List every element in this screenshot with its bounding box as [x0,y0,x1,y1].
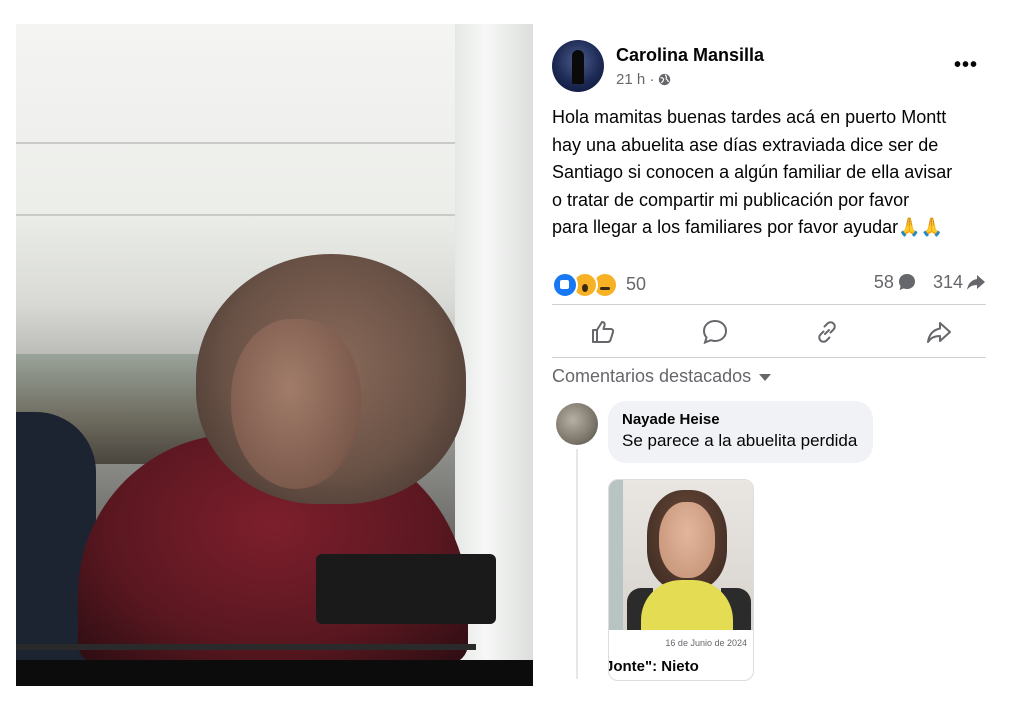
engagement-counts: 58 314 [874,272,986,293]
link-icon [818,320,836,343]
like-button[interactable] [588,317,618,347]
post-actions [552,305,992,357]
window-frame [16,214,476,216]
share-arrow-icon [967,275,985,290]
commenter-name[interactable]: Nayade Heise [622,411,857,428]
attachment-date: 16 de Junio de 2024 [665,637,747,648]
divider [552,356,986,358]
woman-face [231,319,361,489]
facebook-post: Carolina Mansilla 21 h · ••• Hola mamita… [552,40,992,686]
post-stats: 50 58 314 [552,268,992,304]
author-avatar[interactable] [552,40,604,92]
window-frame [16,142,476,144]
comments-filter-label: Comentarios destacados [552,365,752,386]
attachment-title: Jonte": Nieto [608,657,699,675]
caret-down-icon [759,374,772,381]
thumbs-up-icon [592,320,615,343]
author-name[interactable]: Carolina Mansilla [616,45,764,66]
comment: Nayade Heise Se parece a la abuelita per… [552,400,992,681]
attachment-photo [609,479,753,630]
post-header: Carolina Mansilla 21 h · ••• [552,40,992,96]
reaction-count: 50 [626,274,647,294]
comment-count[interactable]: 58 [874,272,917,293]
post-time[interactable]: 21 h · [616,71,654,88]
post-meta: 21 h · [616,71,671,88]
thread-line [576,448,578,679]
photo-edge [609,479,623,630]
photo-bottom-bar [16,660,533,686]
like-reaction-icon [552,271,578,298]
share-count-value: 314 [932,271,963,292]
post-photo[interactable] [16,24,533,686]
globe-icon [659,73,671,86]
share-icon [927,321,951,343]
comments-filter[interactable]: Comentarios destacados [552,366,992,387]
post-text: Hola mamitas buenas tardes acá en puerto… [552,107,953,237]
comment-bubble-icon [898,274,915,290]
reactions-summary[interactable]: 50 [552,271,647,298]
comment-text: Se parece a la abuelita perdida [622,430,858,450]
share-button[interactable] [924,317,954,347]
comment-icon [702,319,728,344]
woman-face [659,501,715,578]
comment-button[interactable] [700,317,730,347]
copy-link-button[interactable] [812,317,842,347]
more-options-icon[interactable]: ••• [954,54,978,77]
dark-device [316,554,496,624]
rail [16,644,476,650]
commenter-avatar[interactable] [556,402,598,445]
comment-bubble: Nayade Heise Se parece a la abuelita per… [608,400,874,463]
comment-count-value: 58 [873,271,894,292]
share-count[interactable]: 314 [933,272,986,293]
yellow-shirt [641,579,733,630]
comment-attachment[interactable]: 16 de Junio de 2024 Jonte": Nieto [608,478,754,681]
